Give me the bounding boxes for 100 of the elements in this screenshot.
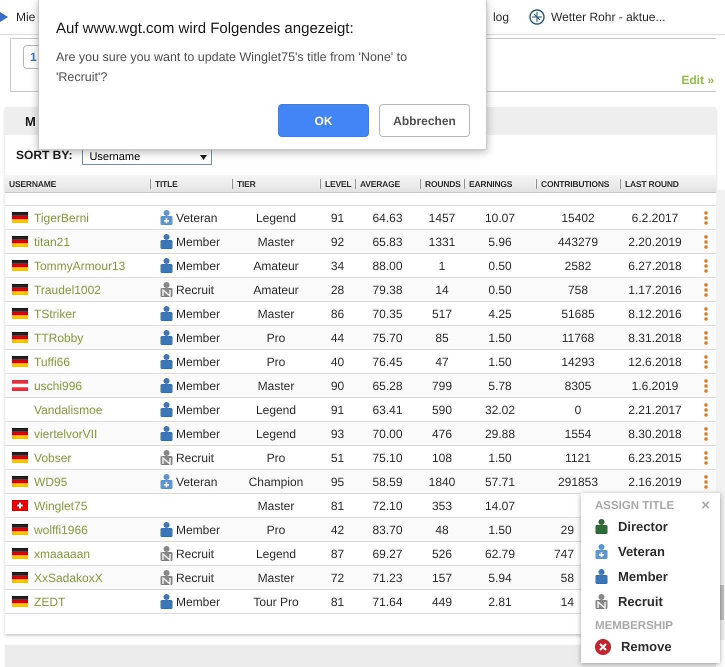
table-cell-text: 8.30.2018 (627, 426, 683, 440)
table-cell-text: Pro (266, 354, 286, 368)
table-cell-text: 1.6.2019 (630, 378, 680, 392)
table-cell: 14 (560, 594, 574, 608)
table-cell-text: 95 (330, 474, 346, 488)
table-cell-text: 14 (434, 282, 450, 296)
table-cell-text: Master (256, 498, 296, 512)
table-cell-text: 65.28 (371, 378, 404, 392)
table-cell-text: Master (256, 570, 296, 584)
table-cell-text: Master (256, 234, 296, 248)
table-cell-text: 70.35 (371, 306, 404, 320)
table-cell: Member (176, 426, 220, 440)
table-cell-text: 5.78 (487, 378, 513, 392)
table-cell-text: 14293 (560, 354, 596, 368)
table-cell-text: 87 (330, 546, 346, 560)
table-cell-text: 1457 (428, 210, 456, 224)
table-cell-text: 72.10 (371, 498, 404, 512)
table-cell-text: 90 (330, 378, 346, 392)
table-cell-text: Amateur (252, 258, 300, 272)
table-cell-text: 14.07 (484, 498, 516, 512)
table-cell-text: 6.23.2015 (627, 450, 683, 464)
table-cell-text: 5.96 (487, 234, 513, 248)
table-cell: Member (176, 234, 220, 248)
table-cell-text: 2.20.2019 (627, 234, 683, 248)
table-cell-text: 11768 (560, 330, 596, 344)
table-cell-text: 2.16.2019 (627, 474, 683, 488)
table-cell: Member (176, 330, 220, 344)
table-cell-text: 1.50 (487, 522, 513, 536)
table-cell-text: 8.12.2016 (627, 306, 683, 320)
table-cell-text: Master (256, 378, 296, 392)
table-cell-text: 1.17.2016 (627, 282, 683, 296)
table-cell-text: 6.27.2018 (627, 258, 683, 272)
table-cell-text: 51 (330, 450, 346, 464)
table-cell-text: 10.07 (484, 210, 516, 224)
table-cell-text: 0.50 (487, 282, 513, 296)
table-cell-text: 526 (430, 546, 454, 560)
table-cell-text: 32.02 (484, 402, 516, 416)
table-cell-text: Tour Pro (252, 594, 300, 608)
table-cell-text: 81 (330, 498, 346, 512)
table-cell-text: Legend (254, 546, 298, 560)
table-cell-text: 1.50 (487, 330, 513, 344)
table-cell-text: 2582 (564, 258, 592, 272)
table-cell: Veteran (176, 474, 218, 488)
table-cell-text: 449 (430, 594, 454, 608)
table-cell-text: 58.59 (371, 474, 404, 488)
table-cell-text: 62.79 (484, 546, 516, 560)
table-cell-text: 81 (330, 594, 346, 608)
table-cell-text: 443279 (556, 234, 600, 248)
table-cell-text: 1.50 (487, 354, 513, 368)
table-cell-text: 799 (430, 378, 454, 392)
table-cell-text: 29.88 (484, 426, 516, 440)
dialog-title: Auf www.wgt.com wird Folgendes angezeigt: (56, 20, 355, 37)
menu-heading: ASSIGN TITLE (595, 500, 674, 512)
table-cell-text: 47 (434, 354, 450, 368)
table-cell-text: 1121 (564, 450, 592, 464)
menu-heading: MEMBERSHIP (595, 618, 674, 634)
table-cell: Recruit (176, 546, 214, 560)
table-cell-text: 590 (430, 402, 454, 416)
table-cell-text: 1840 (428, 474, 456, 488)
table-cell-text: 1.50 (487, 450, 513, 464)
table-cell-text: 4.25 (487, 306, 513, 320)
table-cell: Member (176, 306, 220, 320)
table-cell: 29 (560, 522, 574, 536)
table-cell: Member (176, 378, 220, 392)
table-cell-text: 85 (434, 330, 450, 344)
table-cell-text: 63.41 (371, 402, 404, 416)
table-cell-text: 353 (430, 498, 454, 512)
table-cell: 747 (554, 546, 574, 560)
table-cell-text: 291853 (556, 474, 600, 488)
table-cell-text: 57.71 (484, 474, 516, 488)
table-cell-text: 28 (330, 282, 346, 296)
table-cell-text: 65.83 (371, 234, 404, 248)
table-cell-text: Master (256, 306, 296, 320)
table-cell-text: 88.00 (371, 258, 404, 272)
table-cell-text: 8.31.2018 (627, 330, 683, 344)
table-cell-text: 1331 (428, 234, 456, 248)
table-cell-text: Legend (254, 426, 298, 440)
table-cell-text: 86 (330, 306, 346, 320)
table-cell-text: Champion (248, 474, 304, 488)
table-cell-text: 6.2.2017 (630, 210, 680, 224)
table-cell-text: 83.70 (371, 522, 404, 536)
table-cell: Recruit (176, 570, 214, 584)
table-cell-text: 1554 (564, 426, 592, 440)
table-cell-text: 15402 (560, 210, 596, 224)
table-cell: Member (176, 402, 220, 416)
table-cell-text: 64.63 (371, 210, 404, 224)
table-cell-text: 76.45 (371, 354, 404, 368)
table-cell-text: Legend (254, 210, 298, 224)
table-cell-text: 758 (566, 282, 590, 296)
table-cell: Recruit (176, 282, 214, 296)
table-cell-text: 75.70 (371, 330, 404, 344)
table-cell: Member (176, 522, 220, 536)
dialog-message: Are you sure you want to update Winglet75's title from 'None' to 'Recruit'? (56, 49, 408, 86)
table-cell-text: 75.10 (371, 450, 404, 464)
table-cell-text: 42 (330, 522, 346, 536)
table-cell-text: Legend (254, 402, 298, 416)
table-cell-text: 40 (330, 354, 346, 368)
table-cell-text: Amateur (252, 282, 300, 296)
table-cell-text: 12.6.2018 (627, 354, 683, 368)
table-cell-text: 0.50 (487, 258, 513, 272)
